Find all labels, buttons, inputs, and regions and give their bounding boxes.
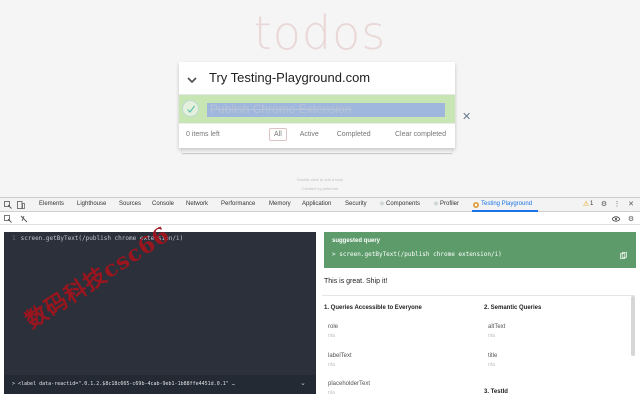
filter-completed[interactable]: Completed: [332, 128, 376, 141]
accessible-queries-heading: 1. Queries Accessible to Everyone: [324, 305, 422, 311]
more-options-icon[interactable]: ⋮: [613, 201, 621, 209]
suggested-query-box: suggested query > screen.getByText(/publ…: [324, 232, 636, 268]
toggle-all-chevron-icon[interactable]: [186, 70, 200, 86]
new-todo-input[interactable]: Try Testing-Playground.com: [179, 62, 455, 95]
page-viewport: todos Try Testing-Playground.com Publish…: [0, 0, 640, 197]
destroy-close-icon[interactable]: ✕: [462, 110, 471, 123]
copy-icon[interactable]: [620, 252, 627, 261]
todo-label[interactable]: Publish Chrome Extension: [210, 102, 351, 116]
query-title-value: n/a: [488, 362, 495, 368]
tab-security[interactable]: Security: [345, 201, 367, 207]
app-title: todos: [253, 6, 387, 60]
settings-gear-icon[interactable]: ⚙: [600, 201, 608, 209]
disable-select-icon[interactable]: [20, 215, 28, 223]
todo-list-item[interactable]: Publish Chrome Extension ✕: [179, 95, 471, 124]
filter-active[interactable]: Active: [295, 128, 324, 141]
tab-console[interactable]: Console: [152, 201, 174, 207]
line-number: 1: [12, 235, 16, 242]
testid-queries-heading: 3. TestId: [484, 389, 508, 395]
tab-testing-playground[interactable]: Testing Playground: [481, 201, 532, 207]
close-devtools-icon[interactable]: ✕: [627, 201, 635, 209]
query-role[interactable]: role: [328, 324, 338, 330]
query-labeltext-value: n/a: [328, 362, 335, 368]
query-placeholdertext[interactable]: placeholderText: [328, 381, 370, 387]
playground-toolbar: ⚙: [0, 213, 640, 225]
tab-performance[interactable]: Performance: [221, 201, 255, 207]
suggested-query-title: suggested query: [332, 238, 381, 244]
device-toolbar-icon[interactable]: [17, 201, 25, 209]
react-profiler-icon: ⚛: [432, 201, 440, 208]
tab-application[interactable]: Application: [302, 201, 331, 207]
query-title[interactable]: title: [488, 353, 497, 359]
semantic-queries-heading: 2. Semantic Queries: [484, 305, 542, 311]
info-edit-hint: Double-click to edit a todo: [296, 177, 344, 182]
devtools-tab-bar: Elements Lighthouse Sources Console Netw…: [0, 198, 640, 212]
queries-list: 1. Queries Accessible to Everyone role n…: [322, 295, 635, 399]
todo-label-highlight: Publish Chrome Extension ✕: [207, 102, 471, 123]
todo-footer: 0 items left All Active Completed Clear …: [179, 124, 455, 148]
query-placeholdertext-value: n/a: [328, 390, 335, 396]
tab-profiler[interactable]: Profiler: [440, 201, 459, 207]
tab-components[interactable]: Components: [386, 201, 420, 207]
select-element-icon[interactable]: [4, 215, 12, 223]
todo-app-card: Try Testing-Playground.com Publish Chrom…: [179, 62, 471, 148]
inspect-element-icon[interactable]: [4, 201, 12, 209]
filter-list: All Active Completed: [269, 128, 382, 141]
query-role-value: n/a: [328, 333, 335, 339]
query-alttext[interactable]: altText: [488, 324, 505, 330]
expand-chevron-icon[interactable]: ⌄: [300, 379, 306, 387]
ship-it-message: This is great. Ship it!: [324, 278, 388, 285]
info-credit: Created by petehunt: [301, 186, 339, 191]
clear-completed-button[interactable]: Clear completed: [395, 131, 446, 138]
testing-playground-icon: [472, 201, 480, 209]
new-todo-value: Try Testing-Playground.com: [209, 70, 371, 85]
warning-count[interactable]: 1: [590, 201, 593, 207]
query-result-bar: > <label data-reactid=".0.1.2.$8c18c665-…: [4, 375, 316, 394]
query-alttext-value: n/a: [488, 333, 495, 339]
query-result-text: > <label data-reactid=".0.1.2.$8c18c665-…: [12, 381, 235, 387]
queries-scrollbar[interactable]: [631, 296, 635, 356]
todo-checkbox-checked-icon[interactable]: [182, 100, 199, 117]
tab-sources[interactable]: Sources: [119, 201, 141, 207]
tab-elements[interactable]: Elements: [39, 201, 64, 207]
suggested-query-code: > screen.getByText(/publish chrome exten…: [332, 251, 502, 258]
query-labeltext[interactable]: labelText: [328, 353, 352, 359]
tab-memory[interactable]: Memory: [269, 201, 291, 207]
tab-network[interactable]: Network: [186, 201, 208, 207]
tab-lighthouse[interactable]: Lighthouse: [77, 201, 106, 207]
active-tab-indicator: [472, 210, 538, 212]
filter-all[interactable]: All: [269, 128, 287, 141]
react-components-icon: ⚛: [378, 201, 386, 208]
todo-count: 0 items left: [186, 131, 220, 138]
warning-icon[interactable]: ⚠: [582, 201, 590, 209]
playground-settings-icon[interactable]: ⚙: [627, 215, 635, 223]
toggle-visibility-eye-icon[interactable]: [612, 215, 620, 223]
